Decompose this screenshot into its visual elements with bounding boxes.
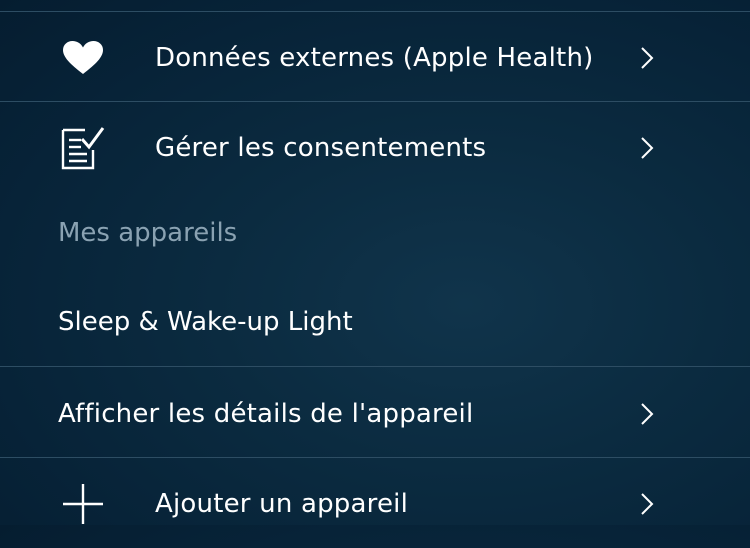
chevron-right-icon	[641, 137, 654, 159]
settings-screen: Données externes (Apple Health) Gérer le…	[0, 0, 750, 525]
divider	[0, 11, 750, 12]
manage-consents-row[interactable]: Gérer les consentements	[0, 104, 750, 192]
chevron-right-icon	[641, 493, 654, 515]
device-details-label: Afficher les détails de l'appareil	[58, 399, 474, 429]
device-details-row[interactable]: Afficher les détails de l'appareil	[0, 370, 750, 458]
device-name: Sleep & Wake-up Light	[58, 307, 353, 337]
chevron-right-icon	[641, 47, 654, 69]
plus-icon	[58, 481, 108, 527]
add-device-label: Ajouter un appareil	[155, 489, 408, 519]
heart-icon	[58, 35, 108, 81]
divider	[0, 457, 750, 458]
apple-health-row[interactable]: Données externes (Apple Health)	[0, 14, 750, 102]
divider	[0, 366, 750, 367]
manage-consents-label: Gérer les consentements	[155, 133, 487, 163]
add-device-row[interactable]: Ajouter un appareil	[0, 460, 750, 548]
document-checklist-icon	[58, 125, 108, 171]
my-devices-section-header: Mes appareils	[58, 218, 238, 248]
chevron-right-icon	[641, 403, 654, 425]
apple-health-label: Données externes (Apple Health)	[155, 43, 594, 73]
divider	[0, 101, 750, 102]
